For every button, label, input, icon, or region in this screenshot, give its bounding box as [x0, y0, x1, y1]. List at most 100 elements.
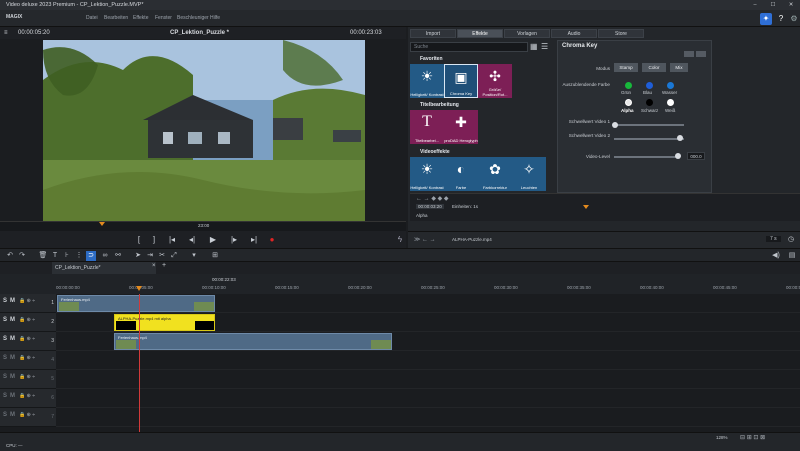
track-header-1[interactable]: S M 🔒 ⊕ ÷ 1	[0, 294, 56, 313]
settings-icon[interactable]: ⚙	[788, 13, 800, 25]
swatch-green[interactable]	[625, 82, 632, 89]
tile-color[interactable]: ◐ Farbe	[444, 157, 478, 191]
video-preview[interactable]	[43, 40, 365, 221]
section-favorites[interactable]: Favoriten	[410, 55, 546, 63]
track-tools-icon[interactable]: 🔒 ⊕ ÷	[19, 393, 35, 399]
marker-icon[interactable]: ⊦	[62, 251, 72, 261]
video-level-slider[interactable]	[675, 153, 681, 159]
project-tab[interactable]: CP_Lektion_Puzzle*	[52, 262, 156, 274]
tab-import[interactable]: Import	[410, 29, 456, 38]
go-end-icon[interactable]: ▸|	[248, 234, 260, 246]
video-level-value[interactable]: 000.0	[687, 152, 705, 160]
mode-mix-button[interactable]: Mix	[670, 63, 688, 72]
range-tool-icon[interactable]: ⇥	[145, 251, 155, 261]
view-toggle-icon[interactable]: ▤	[787, 251, 797, 261]
track-header-5[interactable]: S M 🔒 ⊕ ÷ 5	[0, 370, 56, 389]
mode-button[interactable]: ✦	[760, 13, 772, 25]
footer-value[interactable]: 7 s	[766, 236, 781, 242]
track-header-7[interactable]: S M 🔒 ⊕ ÷ 7	[0, 408, 56, 427]
menu-datei[interactable]: Datei	[86, 15, 98, 21]
preview-time-strip[interactable]: 23:00	[0, 221, 406, 231]
mute-button[interactable]: M	[10, 393, 15, 399]
track-header-6[interactable]: S M 🔒 ⊕ ÷ 6	[0, 389, 56, 408]
mute-button[interactable]: M	[10, 412, 15, 418]
timeline-ruler[interactable]: 00:00:22:03 00:00:00:00 00:00:05:00 00:00:…	[0, 274, 800, 294]
threshold1-slider-track[interactable]	[614, 124, 684, 126]
track-tools-icon[interactable]: 🔒 ⊕ ÷	[19, 336, 35, 342]
tab-audio[interactable]: Audio	[551, 29, 597, 38]
close-button[interactable]: ✕	[782, 0, 800, 10]
section-video-effects[interactable]: Videoeffekte	[410, 148, 546, 156]
video-level-slider-track[interactable]	[614, 156, 680, 158]
mute-button[interactable]: M	[10, 298, 15, 304]
dropdown-icon[interactable]: ▾	[189, 251, 199, 261]
tab-effekte[interactable]: Effekte	[457, 29, 503, 38]
threshold2-slider-track[interactable]	[614, 138, 684, 140]
lightning-icon[interactable]: ϟ	[394, 234, 406, 246]
mark-out-icon[interactable]: ]	[148, 234, 160, 246]
split-icon[interactable]: ⋮	[74, 251, 84, 261]
link-icon[interactable]: ⊃	[86, 251, 96, 261]
search-input[interactable]: Suche	[410, 42, 528, 52]
swatch-alpha[interactable]	[625, 99, 632, 106]
menu-bearbeiten[interactable]: Bearbeiten	[104, 15, 128, 21]
track-tools-icon[interactable]: 🔒 ⊕ ÷	[19, 374, 35, 380]
track-tools-icon[interactable]: 🔒 ⊕ ÷	[19, 412, 35, 418]
threshold2-slider[interactable]	[677, 135, 683, 141]
track-header-2[interactable]: S M 🔒 ⊕ ÷ 2	[0, 313, 56, 332]
timeline-playhead-marker[interactable]	[136, 286, 142, 291]
step-back-icon[interactable]: ◂|	[186, 234, 198, 246]
mute-button[interactable]: M	[10, 336, 15, 342]
keyframe-nav-icons[interactable]: ← → ◆ ◆ ◆	[416, 195, 449, 202]
tile-title-editing[interactable]: T Titelbearbei...	[410, 110, 444, 144]
swatch-black[interactable]	[646, 99, 653, 106]
tile-prodad-heroglyph[interactable]: ✚ proDAD Heroglyph	[444, 110, 478, 144]
track-tools-icon[interactable]: 🔒 ⊕ ÷	[19, 317, 35, 323]
menu-fenster[interactable]: Fenster	[155, 15, 172, 21]
menu-beschleuniger[interactable]: Beschleuniger	[177, 15, 209, 21]
track-lane-7[interactable]	[56, 408, 800, 427]
solo-button[interactable]: S	[3, 374, 7, 380]
menu-effekte[interactable]: Effekte	[133, 15, 148, 21]
tab-vorlagen[interactable]: Vorlagen	[504, 29, 550, 38]
mute-button[interactable]: M	[10, 317, 15, 323]
track-header-4[interactable]: S M 🔒 ⊕ ÷ 4	[0, 351, 56, 370]
ungroup-icon[interactable]: ⚯	[113, 251, 123, 261]
go-start-icon[interactable]: |◂	[166, 234, 178, 246]
stretch-tool-icon[interactable]: ⤢	[169, 251, 179, 261]
mute-button[interactable]: M	[10, 374, 15, 380]
preview-playhead-marker[interactable]	[99, 222, 105, 226]
group-icon[interactable]: ∞	[100, 251, 110, 261]
redo-icon[interactable]: ↷	[17, 251, 27, 261]
play-icon[interactable]: ▶	[207, 234, 219, 246]
keyframe-playhead[interactable]	[583, 205, 589, 209]
add-tab-icon[interactable]: +	[162, 262, 166, 269]
record-icon[interactable]: ●	[266, 234, 278, 246]
tile-color-correction[interactable]: ✿ Farbkorrektur	[478, 157, 512, 191]
solo-button[interactable]: S	[3, 317, 7, 323]
solo-button[interactable]: S	[3, 298, 7, 304]
tab-store[interactable]: Store	[598, 29, 644, 38]
help-icon[interactable]: ?	[775, 13, 787, 25]
track-tools-icon[interactable]: 🔒 ⊕ ÷	[19, 355, 35, 361]
clip-ferienhaus-1[interactable]: Ferienhaus.mp4	[57, 295, 215, 312]
title-icon[interactable]: T	[50, 251, 60, 261]
tile-glow[interactable]: ✧ Leuchten	[512, 157, 546, 191]
section-title-editing[interactable]: Titelbearbeitung	[410, 101, 546, 109]
swatch-white[interactable]	[667, 99, 674, 106]
mode-stamp-button[interactable]: Stamp	[614, 63, 638, 72]
threshold1-slider[interactable]	[612, 122, 618, 128]
delete-icon[interactable]: 🗑	[38, 251, 48, 261]
step-forward-icon[interactable]: |▸	[228, 234, 240, 246]
solo-button[interactable]: S	[3, 412, 7, 418]
tile-video-brightness[interactable]: ☀ Helligkeit/ Kontrast	[410, 157, 444, 191]
list-view-icon[interactable]: ☰	[541, 42, 549, 51]
track-lane-5[interactable]	[56, 370, 800, 389]
track-tools-icon[interactable]: 🔒 ⊕ ÷	[19, 298, 35, 304]
right-footer-nav-icons[interactable]: ≫ ← →	[414, 236, 436, 243]
solo-button[interactable]: S	[3, 336, 7, 342]
keyframe-row-alpha[interactable]: Alpha	[416, 213, 428, 218]
track-lane-4[interactable]	[56, 351, 800, 370]
tab-close-icon[interactable]: ×	[152, 263, 156, 269]
maximize-button[interactable]: ☐	[764, 0, 782, 10]
